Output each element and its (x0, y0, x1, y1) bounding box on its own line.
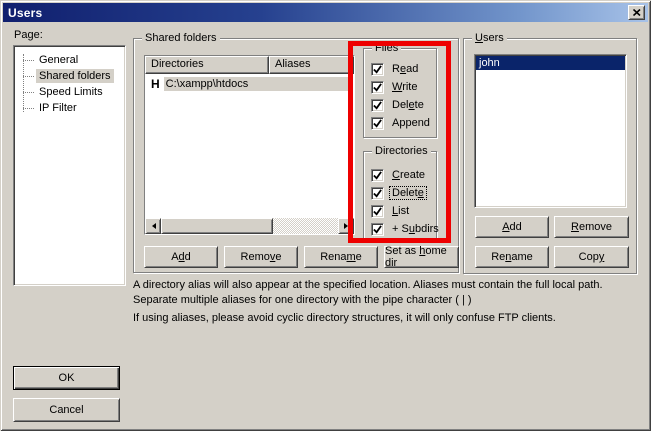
alias-note: A directory alias will also appear at th… (133, 278, 605, 308)
users-legend: Users (472, 31, 507, 45)
sidebar-item-shared-folders[interactable]: Shared folders (14, 68, 125, 84)
window-title: Users (8, 6, 42, 20)
scrollbar-thumb[interactable] (161, 218, 273, 234)
users-dialog: Users Page: General Shared folders Speed… (0, 0, 651, 431)
ok-button[interactable]: OK (13, 366, 120, 390)
sidebar-item-speed-limits[interactable]: Speed Limits (14, 84, 125, 100)
horizontal-scrollbar[interactable] (145, 218, 354, 234)
directory-row[interactable]: H C:\xampp\htdocs (145, 76, 354, 91)
add-folder-button[interactable]: Add (144, 246, 218, 268)
directories-list[interactable]: Directories Aliases H C:\xampp\htdocs (144, 55, 355, 235)
tree-guide-stub (23, 76, 34, 77)
sidebar-item-general[interactable]: General (14, 52, 125, 68)
scroll-left-icon (149, 223, 156, 229)
scrollbar-track[interactable] (273, 218, 338, 234)
close-icon (633, 9, 641, 16)
list-header: Directories Aliases (145, 56, 354, 74)
tree-guide-stub (23, 92, 34, 93)
users-list[interactable]: john (474, 54, 627, 208)
remove-user-button[interactable]: Remove (554, 216, 629, 238)
cancel-button[interactable]: Cancel (13, 398, 120, 422)
tree-guide-stub (23, 60, 34, 61)
shared-folders-legend: Shared folders (142, 31, 220, 45)
column-header-aliases[interactable]: Aliases (269, 56, 354, 74)
cyclic-note: If using aliases, please avoid cyclic di… (133, 311, 623, 326)
close-button[interactable] (628, 5, 645, 20)
directory-path: C:\xampp\htdocs (164, 77, 351, 91)
copy-user-button[interactable]: Copy (554, 246, 629, 268)
user-list-item[interactable]: john (476, 56, 625, 70)
add-user-button[interactable]: Add (475, 216, 549, 238)
users-group: Users john Add Remove Rename Copy (463, 38, 637, 274)
titlebar[interactable]: Users (3, 3, 648, 22)
tree-guide-stub (23, 108, 34, 109)
scroll-left-button[interactable] (145, 218, 161, 234)
remove-folder-button[interactable]: Remove (224, 246, 298, 268)
sidebar-item-ip-filter[interactable]: IP Filter (14, 100, 125, 116)
list-body: H C:\xampp\htdocs (145, 74, 354, 218)
set-as-home-dir-button[interactable]: Set as home dir (384, 246, 459, 268)
column-header-directories[interactable]: Directories (145, 56, 269, 74)
page-tree: General Shared folders Speed Limits IP F… (13, 45, 126, 286)
page-label: Page: (14, 29, 43, 41)
rename-user-button[interactable]: Rename (475, 246, 549, 268)
red-highlight-annotation (348, 41, 451, 243)
home-marker: H (145, 77, 164, 91)
rename-folder-button[interactable]: Rename (304, 246, 378, 268)
